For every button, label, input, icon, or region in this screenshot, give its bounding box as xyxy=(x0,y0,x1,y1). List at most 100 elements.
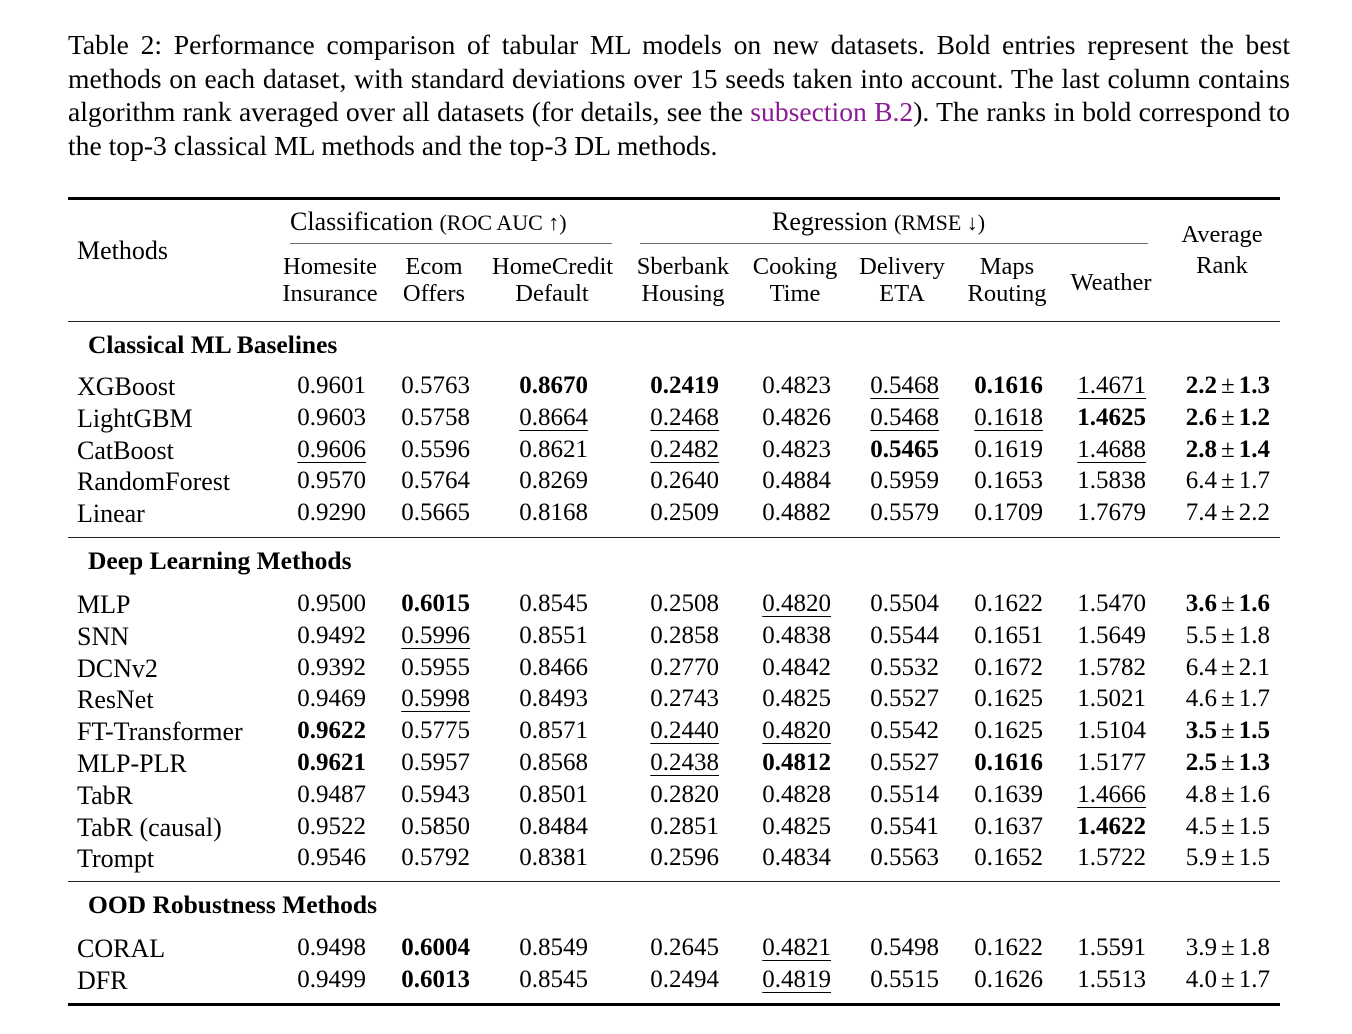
metric-cell: 0.4823 xyxy=(762,435,831,463)
column-header-line2: ETA xyxy=(879,280,925,307)
metric-cell: 0.2645 xyxy=(650,934,719,961)
average-rank-cell: 6.4 ±2.1 xyxy=(1158,654,1270,682)
metric-cell: 0.1626 xyxy=(974,965,1043,993)
rank-mean: 2.8 xyxy=(1185,435,1218,463)
metric-cell: 0.8571 xyxy=(519,717,588,745)
rank-header-line1: Average xyxy=(1181,221,1263,248)
metric-cell: 0.2468 xyxy=(650,403,719,431)
method-name: TabR (causal) xyxy=(77,812,222,842)
rank-mean: 4.5 xyxy=(1185,812,1218,840)
average-rank-cell: 3.5 ±1.5 xyxy=(1158,717,1270,745)
metric-cell: 1.5513 xyxy=(1077,965,1146,993)
column-header-line1: Sberbank xyxy=(636,253,730,280)
metric-cell: 0.5515 xyxy=(870,965,939,993)
metric-cell: 0.4821 xyxy=(762,934,831,961)
metric-cell: 0.2596 xyxy=(650,844,719,872)
rank-mean: 2.5 xyxy=(1185,749,1218,776)
regression-group-header: Regression (RMSE ↓) xyxy=(772,207,985,237)
column-header: HomeCredit Default xyxy=(492,253,613,307)
metric-cell: 1.4671 xyxy=(1077,372,1146,399)
rank-std: 1.6 xyxy=(1238,780,1270,808)
metric-cell: 0.9487 xyxy=(297,780,366,808)
metric-cell: 0.8493 xyxy=(519,685,588,713)
metric-cell: 1.5021 xyxy=(1077,685,1146,713)
metric-cell: 1.4666 xyxy=(1077,780,1146,808)
classification-cmidrule xyxy=(290,243,612,245)
metric-cell: 0.2640 xyxy=(650,467,719,495)
method-name: SNN xyxy=(77,621,130,651)
metric-cell: 0.1616 xyxy=(974,749,1043,776)
metric-cell: 0.2820 xyxy=(650,780,719,808)
metric-cell: 0.4838 xyxy=(762,621,831,649)
metric-cell: 0.4884 xyxy=(762,467,831,495)
average-rank-cell: 4.5 ±1.5 xyxy=(1158,813,1270,841)
metric-cell: 0.5527 xyxy=(870,749,939,776)
metric-cell: 0.5542 xyxy=(870,717,939,745)
rank-std: 1.8 xyxy=(1238,934,1270,961)
metric-cell: 0.1625 xyxy=(974,685,1043,713)
classification-metric: (ROC AUC ↑) xyxy=(439,210,567,235)
method-name: RandomForest xyxy=(77,467,231,497)
column-header: Maps Routing xyxy=(947,253,1067,307)
metric-cell: 0.9603 xyxy=(297,403,366,431)
metric-cell: 0.2440 xyxy=(650,717,719,745)
plus-minus-symbol: ± xyxy=(1221,467,1235,495)
metric-cell: 0.5563 xyxy=(870,844,939,872)
method-name: FT-Transformer xyxy=(77,717,243,747)
metric-cell: 0.5468 xyxy=(870,372,939,399)
column-header-line2: Default xyxy=(515,280,589,307)
metric-cell: 0.9499 xyxy=(297,965,366,993)
metric-cell: 0.5468 xyxy=(870,403,939,431)
metric-cell: 0.1622 xyxy=(974,590,1043,617)
rank-std: 1.7 xyxy=(1238,467,1270,495)
metric-cell: 0.2858 xyxy=(650,621,719,649)
metric-cell: 0.8670 xyxy=(519,372,588,399)
average-rank-cell: 3.9 ±1.8 xyxy=(1158,934,1270,962)
method-name: CatBoost xyxy=(77,435,174,465)
metric-cell: 0.9392 xyxy=(297,653,366,681)
metric-cell: 0.8466 xyxy=(519,653,588,681)
metric-cell: 0.4823 xyxy=(762,372,831,399)
metric-cell: 0.5665 xyxy=(401,499,470,527)
average-rank-cell: 2.5 ±1.3 xyxy=(1158,749,1270,777)
column-header-line1: Homesite xyxy=(283,253,377,280)
plus-minus-symbol: ± xyxy=(1221,499,1235,527)
table-row: CORAL 0.9498 0.6004 0.8549 0.2645 0.4821 0.549… xyxy=(68,934,1280,966)
table-row: FT-Transformer 0.9622 0.5775 0.8571 0.2440 0.… xyxy=(68,717,1280,749)
metric-cell: 0.1619 xyxy=(974,435,1043,463)
rank-mean: 4.8 xyxy=(1185,780,1218,808)
method-name: CORAL xyxy=(77,934,166,963)
metric-cell: 0.4828 xyxy=(762,780,831,808)
top-rule xyxy=(68,197,1280,200)
metric-cell: 1.5782 xyxy=(1077,653,1146,681)
metric-cell: 0.2419 xyxy=(650,372,719,399)
method-name: Trompt xyxy=(77,844,155,874)
metric-cell: 0.1625 xyxy=(974,717,1043,745)
rank-std: 1.6 xyxy=(1238,590,1270,617)
metric-cell: 0.5955 xyxy=(401,653,470,681)
metric-cell: 0.4820 xyxy=(762,717,831,745)
metric-cell: 0.2509 xyxy=(650,499,719,527)
plus-minus-symbol: ± xyxy=(1221,965,1235,993)
classification-group-header: Classification (ROC AUC ↑) xyxy=(290,207,567,237)
column-header-line2: Housing xyxy=(641,280,725,307)
classification-label: Classification xyxy=(290,207,433,236)
metric-cell: 0.8549 xyxy=(519,934,588,961)
metric-cell: 0.9290 xyxy=(297,499,366,527)
subsection-link[interactable]: subsection B.2 xyxy=(750,96,913,127)
metric-cell: 0.6004 xyxy=(401,934,470,961)
section-title: Deep Learning Methods xyxy=(88,546,352,575)
metric-cell: 0.5596 xyxy=(401,435,470,463)
rank-mean: 3.6 xyxy=(1185,590,1218,617)
metric-cell: 0.8484 xyxy=(519,812,588,840)
metric-cell: 0.2770 xyxy=(650,653,719,681)
metric-cell: 1.7679 xyxy=(1077,499,1146,527)
column-header-line1: Weather xyxy=(1070,269,1152,296)
table-row: MLP-PLR 0.9621 0.5957 0.8568 0.2438 0.4812 0.5… xyxy=(68,749,1280,781)
rank-mean: 4.6 xyxy=(1185,685,1218,713)
metric-cell: 0.4812 xyxy=(762,749,831,776)
metric-cell: 0.1637 xyxy=(974,812,1043,840)
metric-cell: 0.2482 xyxy=(650,435,719,463)
metric-cell: 0.5465 xyxy=(870,435,939,463)
table-row: TabR 0.9487 0.5943 0.8501 0.2820 0.4828 0.5514… xyxy=(68,781,1280,813)
